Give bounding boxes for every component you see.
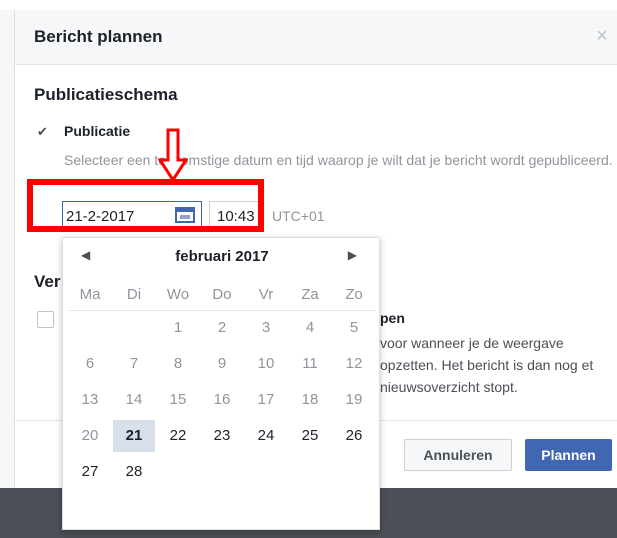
dialog-title: Bericht plannen: [34, 27, 163, 46]
calendar-day[interactable]: 21: [113, 420, 155, 452]
next-month-icon[interactable]: ▶: [348, 248, 357, 262]
calendar-day: 3: [261, 319, 271, 336]
calendar-day: 2: [217, 319, 227, 336]
calendar-week: 1 2 3 4 5: [68, 310, 376, 346]
calendar-week: 13 14 15 16 17 18 19: [68, 382, 376, 418]
weekday-label: Zo: [345, 286, 363, 303]
calendar-day[interactable]: 22: [156, 420, 200, 452]
calendar-day: 18: [301, 391, 319, 408]
calendar-day: 17: [257, 391, 275, 408]
calendar-empty-cell: [68, 312, 112, 344]
calendar-month: februari 2017: [175, 248, 269, 265]
calendar-day: 14: [125, 391, 143, 408]
weekday-label: Vr: [258, 286, 274, 303]
calendar-day[interactable]: 25: [288, 420, 332, 452]
calendar-empty-cell: [332, 456, 376, 488]
schedule-heading: Publicatieschema: [34, 85, 178, 104]
weekday-label: Di: [126, 286, 142, 303]
cancel-button[interactable]: Annuleren: [404, 439, 512, 471]
down-arrow-icon: [158, 128, 188, 182]
calendar-day[interactable]: 24: [244, 420, 288, 452]
publication-label: Publicatie: [64, 123, 131, 139]
visibility-description: voor wanneer je de weergave opzetten. He…: [380, 335, 594, 395]
publication-checkbox[interactable]: ✔: [37, 125, 51, 139]
calendar-day: 4: [305, 319, 315, 336]
highlight-box: [27, 179, 264, 232]
dialog-header: Bericht plannen ×: [15, 10, 617, 65]
calendar-empty-cell: [244, 456, 288, 488]
calendar-day: 1: [173, 319, 183, 336]
calendar-day: 6: [85, 355, 95, 372]
calendar-empty-cell: [112, 312, 156, 344]
calendar-week: 27 28: [68, 454, 376, 490]
calendar-day: 19: [345, 391, 363, 408]
calendar-day: 11: [302, 355, 318, 372]
calendar-day: 8: [173, 355, 183, 372]
calendar-empty-cell: [156, 456, 200, 488]
calendar-week: 20 21 22 23 24 25 26: [68, 418, 376, 454]
calendar-day: 10: [257, 355, 275, 372]
calendar-day: 12: [345, 355, 363, 372]
calendar-day[interactable]: 26: [332, 420, 376, 452]
weekday-label: Wo: [166, 286, 190, 303]
weekday-label: Do: [212, 286, 232, 303]
calendar-week: 6 7 8 9 10 11 12: [68, 346, 376, 382]
calendar-day: 15: [169, 391, 187, 408]
visibility-checkbox[interactable]: [37, 311, 54, 328]
prev-month-icon[interactable]: ◀: [81, 248, 90, 262]
weekday-header: Ma Di Wo Do Vr Za Zo: [68, 286, 376, 310]
visibility-heading: Ver: [34, 272, 61, 291]
calendar-day[interactable]: 28: [112, 456, 156, 488]
calendar-empty-cell: [288, 456, 332, 488]
visibility-label: pen: [380, 310, 405, 326]
backdrop-top: [0, 0, 617, 10]
publication-description: Selecteer een toekomstige datum en tijd …: [64, 152, 613, 168]
plan-button[interactable]: Plannen: [525, 439, 612, 471]
calendar-day: 5: [349, 319, 359, 336]
calendar-grid: Ma Di Wo Do Vr Za Zo 1 2 3 4 5 6 7 8 9 10 11 12 13 14…: [68, 286, 376, 490]
calendar-day: 16: [213, 391, 231, 408]
calendar-empty-cell: [200, 456, 244, 488]
calendar-day[interactable]: 23: [200, 420, 244, 452]
close-icon[interactable]: ×: [592, 24, 612, 48]
calendar-divider: [69, 310, 375, 311]
calendar-day: 9: [217, 355, 227, 372]
calendar-day: 20: [81, 427, 99, 444]
calendar-day: 13: [81, 391, 99, 408]
weekday-label: Ma: [79, 286, 101, 303]
date-picker: februari 2017 ◀ ▶ Ma Di Wo Do Vr Za Zo 1…: [62, 237, 380, 530]
calendar-day[interactable]: 27: [68, 456, 112, 488]
calendar-day: 7: [129, 355, 139, 372]
weekday-label: Za: [301, 286, 319, 303]
backdrop-left: [0, 10, 14, 488]
timezone-label: UTC+01: [272, 208, 325, 224]
